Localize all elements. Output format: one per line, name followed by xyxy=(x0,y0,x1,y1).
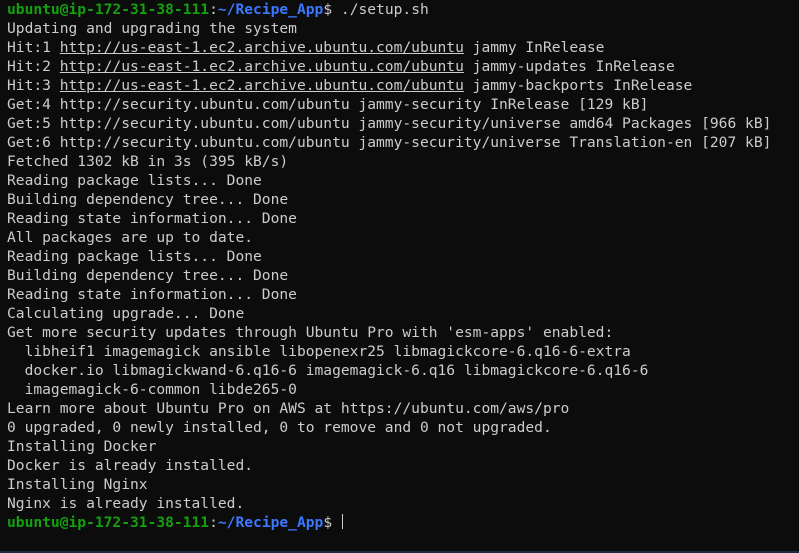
prompt-user-host: ubuntu@ip-172-31-38-111 xyxy=(7,1,210,18)
output-line: Fetched 1302 kB in 3s (395 kB/s) xyxy=(7,153,289,170)
terminal-active-prompt[interactable]: ubuntu@ip-172-31-38-111:~/Recipe_App$ xyxy=(7,513,799,532)
output-line: Hit:1 http://us-east-1.ec2.archive.ubunt… xyxy=(7,38,799,57)
output-line: 0 upgraded, 0 newly installed, 0 to remo… xyxy=(7,419,552,436)
prompt-path: ~/Recipe_App xyxy=(217,1,324,18)
output-line: Building dependency tree... Done xyxy=(7,191,289,208)
output-text: jammy InRelease xyxy=(463,39,605,56)
output-line: Reading state information... Done xyxy=(7,286,297,303)
terminal-window[interactable]: ubuntu@ip-172-31-38-111:~/Recipe_App$ ./… xyxy=(0,0,799,553)
output-link[interactable]: http://us-east-1.ec2.archive.ubuntu.com/… xyxy=(60,58,464,75)
output-link[interactable]: http://us-east-1.ec2.archive.ubuntu.com/… xyxy=(60,39,464,56)
output-line: Docker is already installed. xyxy=(7,457,254,474)
output-line: All packages are up to date. xyxy=(7,229,254,246)
executed-command: ./setup.sh xyxy=(332,1,429,18)
output-line: Installing Nginx xyxy=(7,476,148,493)
output-line: Hit:2 http://us-east-1.ec2.archive.ubunt… xyxy=(7,57,799,76)
prompt-path: ~/Recipe_App xyxy=(217,514,324,531)
output-text: Hit:1 xyxy=(7,39,60,56)
terminal-command-line: ubuntu@ip-172-31-38-111:~/Recipe_App$ ./… xyxy=(7,0,799,19)
output-text: Hit:3 xyxy=(7,77,60,94)
output-line: Nginx is already installed. xyxy=(7,495,245,512)
output-line: Get:5 http://security.ubuntu.com/ubuntu … xyxy=(7,115,772,132)
output-link[interactable]: http://us-east-1.ec2.archive.ubuntu.com/… xyxy=(60,77,464,94)
output-line: Installing Docker xyxy=(7,438,157,455)
prompt-separator: : xyxy=(209,514,218,531)
output-line: Get:6 http://security.ubuntu.com/ubuntu … xyxy=(7,134,772,151)
output-line: docker.io libmagickwand-6.q16-6 imagemag… xyxy=(7,362,649,379)
output-line: Building dependency tree... Done xyxy=(7,267,289,284)
output-line: libheif1 imagemagick ansible libopenexr2… xyxy=(7,343,631,360)
output-line: Updating and upgrading the system xyxy=(7,20,297,37)
output-text: jammy-backports InRelease xyxy=(463,77,693,94)
output-line: Calculating upgrade... Done xyxy=(7,305,245,322)
output-line: Reading state information... Done xyxy=(7,210,297,227)
output-line: Learn more about Ubuntu Pro on AWS at ht… xyxy=(7,400,570,417)
prompt-separator: : xyxy=(209,1,218,18)
output-line: imagemagick-6-common libde265-0 xyxy=(7,381,297,398)
output-text: jammy-updates InRelease xyxy=(463,58,675,75)
output-line: Get more security updates through Ubuntu… xyxy=(7,324,614,341)
text-cursor xyxy=(341,514,343,529)
output-text: Hit:2 xyxy=(7,58,60,75)
output-line: Get:4 http://security.ubuntu.com/ubuntu … xyxy=(7,96,649,113)
prompt-symbol: $ xyxy=(323,514,333,531)
output-line: Reading package lists... Done xyxy=(7,248,262,265)
prompt-user-host: ubuntu@ip-172-31-38-111 xyxy=(7,514,210,531)
output-line: Reading package lists... Done xyxy=(7,172,262,189)
output-line: Hit:3 http://us-east-1.ec2.archive.ubunt… xyxy=(7,76,799,95)
prompt-symbol: $ xyxy=(323,1,333,18)
